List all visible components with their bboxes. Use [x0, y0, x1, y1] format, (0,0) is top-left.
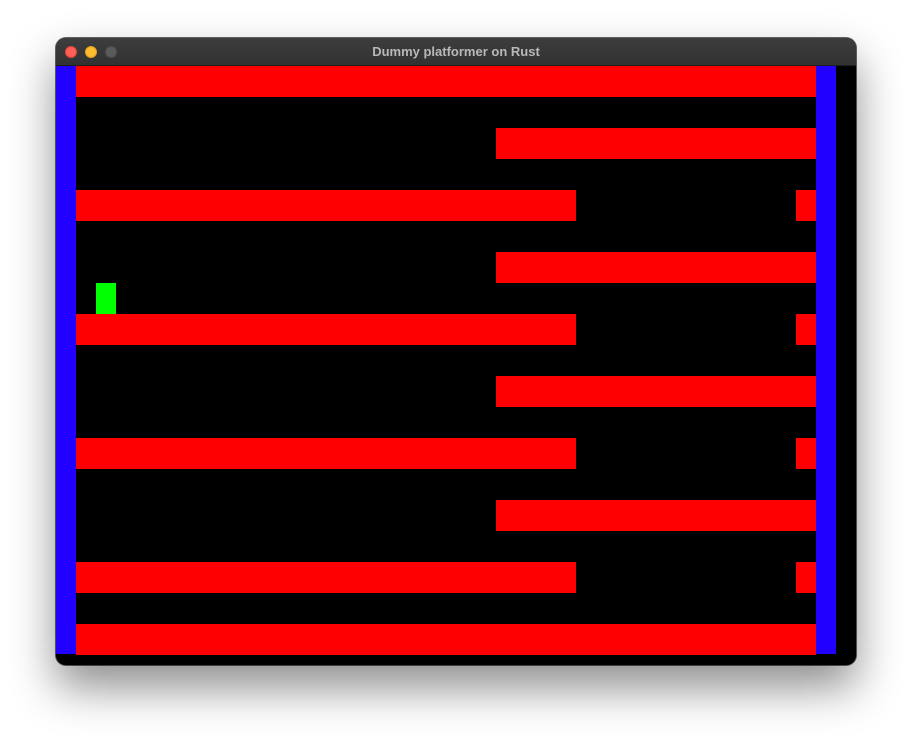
- platform-left-3: [76, 438, 576, 469]
- player-character[interactable]: [96, 283, 116, 314]
- title-bar[interactable]: Dummy platformer on Rust: [56, 38, 856, 66]
- platform-right-2: [496, 252, 816, 283]
- platform-bottom: [76, 624, 816, 655]
- window-title: Dummy platformer on Rust: [372, 44, 540, 59]
- right-wall: [816, 66, 836, 654]
- platform-left-2: [76, 314, 576, 345]
- block-right-4: [796, 562, 816, 593]
- platform-top: [76, 66, 816, 97]
- block-right-2: [796, 314, 816, 345]
- app-window: Dummy platformer on Rust: [56, 38, 856, 665]
- platform-right-1: [496, 128, 816, 159]
- block-right-1: [796, 190, 816, 221]
- block-right-3: [796, 438, 816, 469]
- platform-left-1: [76, 190, 576, 221]
- platform-right-4: [496, 500, 816, 531]
- game-canvas[interactable]: [56, 66, 856, 665]
- platform-right-3: [496, 376, 816, 407]
- platform-left-4: [76, 562, 576, 593]
- left-wall: [56, 66, 76, 654]
